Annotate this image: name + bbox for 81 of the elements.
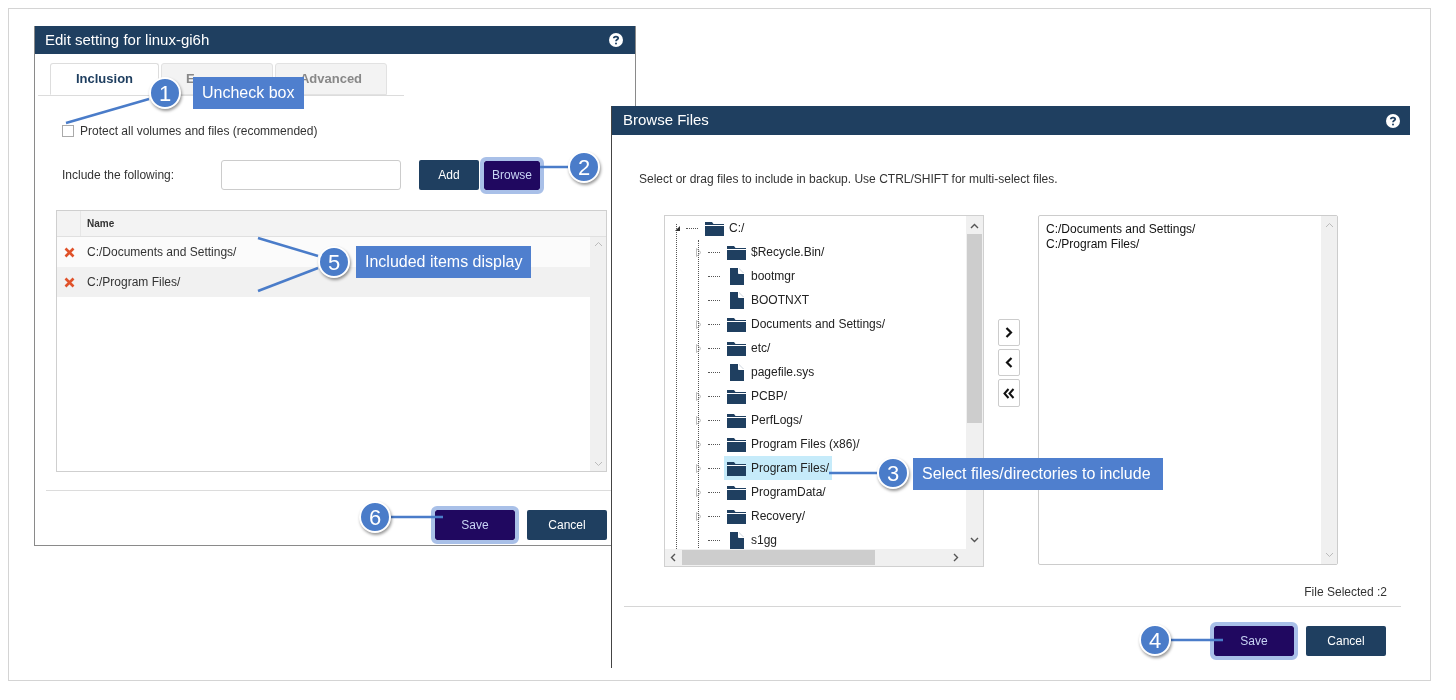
tree-item[interactable]: Program Files/ bbox=[724, 456, 833, 480]
leader-line bbox=[257, 266, 319, 293]
tree-item[interactable]: Documents and Settings/ bbox=[724, 312, 889, 336]
expanded-icon[interactable] bbox=[674, 224, 681, 232]
window-title: Edit setting for linux-gi6h bbox=[45, 29, 210, 50]
tree-item[interactable]: PCBP/ bbox=[724, 384, 790, 408]
folder-icon bbox=[727, 484, 746, 500]
help-icon[interactable] bbox=[609, 33, 623, 47]
table-cell-text: C:/Program Files/ bbox=[86, 274, 181, 291]
collapsed-icon[interactable] bbox=[696, 439, 702, 449]
list-item[interactable]: C:/Program Files/ bbox=[1046, 237, 1321, 252]
file-icon bbox=[729, 363, 744, 381]
collapsed-icon[interactable] bbox=[696, 487, 702, 497]
file-icon bbox=[729, 531, 744, 549]
remove-selected-button[interactable] bbox=[998, 349, 1020, 376]
folder-icon bbox=[727, 460, 746, 476]
double-chevron-left-icon bbox=[1003, 387, 1015, 399]
collapsed-icon[interactable] bbox=[696, 343, 702, 353]
include-field[interactable] bbox=[221, 160, 401, 190]
leader-line bbox=[391, 515, 443, 519]
collapsed-icon[interactable] bbox=[696, 511, 702, 521]
help-icon[interactable] bbox=[1386, 113, 1400, 128]
folder-icon bbox=[727, 244, 746, 260]
leader-line bbox=[829, 471, 877, 475]
folder-icon bbox=[727, 508, 746, 524]
list-item[interactable]: C:/Documents and Settings/ bbox=[1046, 222, 1321, 237]
scroll-left-icon[interactable] bbox=[670, 553, 676, 562]
collapsed-icon[interactable] bbox=[696, 463, 702, 473]
field-label: Include the following: bbox=[62, 167, 176, 184]
scroll-up-icon[interactable] bbox=[970, 223, 979, 229]
instruction-text: Select or drag files to include in backup. Use CTRL/SHIFT for multi-select files. bbox=[639, 171, 1059, 188]
tree-item[interactable]: $Recycle.Bin/ bbox=[724, 240, 828, 264]
callout-tooltip: Uncheck box bbox=[193, 77, 304, 109]
callout-tooltip: Select files/directories to include bbox=[913, 458, 1163, 490]
tree-item[interactable]: bootmgr bbox=[724, 264, 799, 288]
checkbox[interactable] bbox=[62, 125, 74, 137]
collapsed-icon[interactable] bbox=[696, 319, 702, 329]
tab[interactable]: Inclusion bbox=[50, 63, 159, 95]
status-text: File Selected :2 bbox=[1304, 584, 1387, 601]
scroll-thumb[interactable] bbox=[682, 550, 875, 565]
scroll-down-icon[interactable] bbox=[970, 537, 979, 543]
folder-icon bbox=[727, 316, 746, 332]
file-icon bbox=[729, 291, 744, 309]
add-button[interactable]: Add bbox=[419, 160, 479, 190]
checkbox-label: Protect all volumes and files (recommended) bbox=[80, 123, 318, 140]
scroll-thumb[interactable] bbox=[967, 234, 982, 423]
tree-item[interactable]: BOOTNXT bbox=[724, 288, 812, 312]
add-selected-button[interactable] bbox=[998, 319, 1020, 346]
window-title: Browse Files bbox=[623, 110, 709, 131]
horizontal-scrollbar[interactable] bbox=[665, 549, 983, 566]
tree-item[interactable]: Recovery/ bbox=[724, 504, 809, 528]
tree-item[interactable]: s1gg bbox=[724, 528, 781, 549]
leader-line bbox=[257, 236, 319, 258]
dialog-button[interactable]: Cancel bbox=[1306, 626, 1386, 656]
remove-all-button[interactable] bbox=[998, 379, 1020, 407]
table-cell-text: C:/Documents and Settings/ bbox=[86, 244, 237, 261]
chevron-left-icon bbox=[1005, 357, 1013, 368]
tree-item[interactable]: pagefile.sys bbox=[724, 360, 818, 384]
folder-icon bbox=[727, 436, 746, 452]
folder-icon bbox=[727, 340, 746, 356]
tree-item[interactable]: C:/ bbox=[702, 216, 748, 240]
scroll-right-icon[interactable] bbox=[953, 553, 959, 562]
folder-icon bbox=[727, 388, 746, 404]
collapsed-icon[interactable] bbox=[696, 391, 702, 401]
leader-line bbox=[1171, 638, 1223, 642]
file-icon bbox=[729, 267, 744, 285]
tree-item[interactable]: PerfLogs/ bbox=[724, 408, 806, 432]
column-header: Name bbox=[87, 217, 115, 231]
collapsed-icon[interactable] bbox=[696, 415, 702, 425]
callout-tooltip: Included items display bbox=[356, 246, 532, 278]
tree-item[interactable]: etc/ bbox=[724, 336, 774, 360]
leader-line bbox=[540, 165, 568, 169]
tree-item[interactable]: Program Files (x86)/ bbox=[724, 432, 863, 456]
chevron-right-icon bbox=[1005, 327, 1013, 338]
collapsed-icon[interactable] bbox=[696, 247, 702, 257]
folder-icon bbox=[727, 412, 746, 428]
remove-icon[interactable] bbox=[63, 276, 75, 288]
dialog-button[interactable]: Cancel bbox=[527, 510, 607, 540]
tree-item[interactable]: ProgramData/ bbox=[724, 480, 829, 504]
remove-icon[interactable] bbox=[63, 246, 75, 258]
folder-icon bbox=[705, 220, 724, 236]
